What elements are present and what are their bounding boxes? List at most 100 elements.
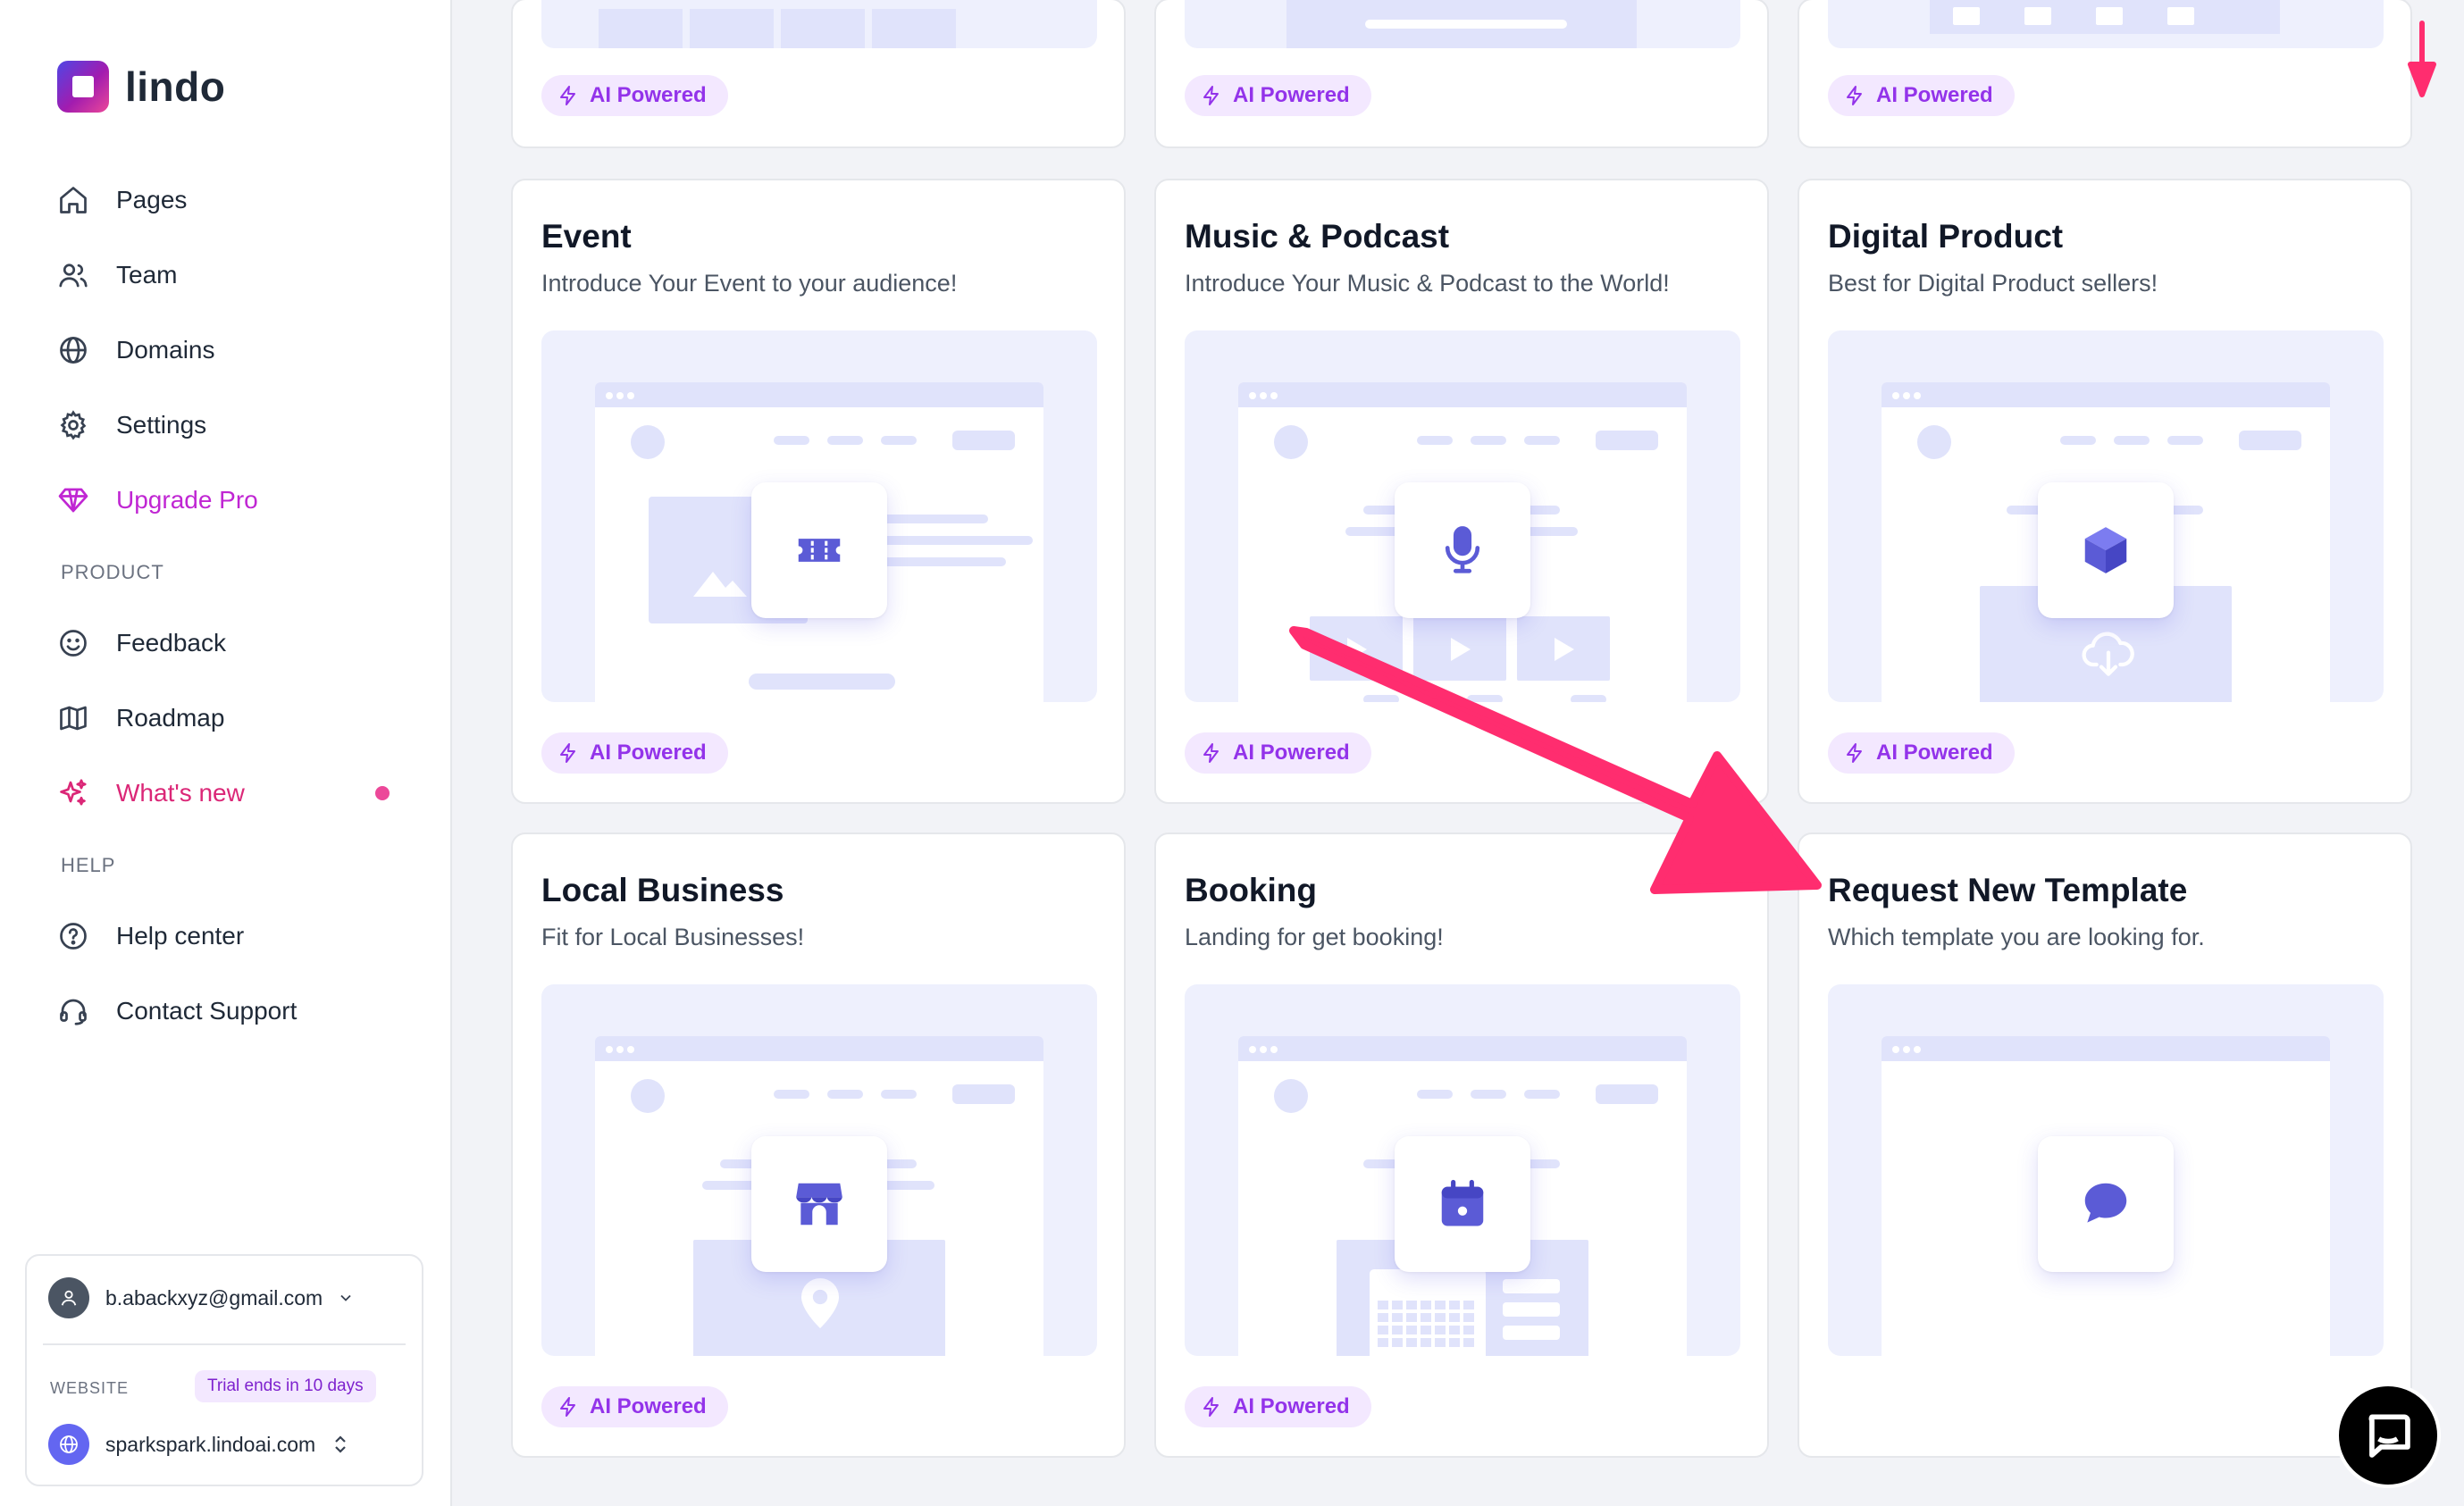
- account-switcher[interactable]: b.abackxyz@gmail.com: [48, 1277, 355, 1318]
- template-preview: [1828, 984, 2384, 1356]
- template-card-partial[interactable]: AI Powered: [1154, 0, 1769, 148]
- lightning-icon: [1203, 743, 1219, 763]
- avatar: [48, 1277, 89, 1318]
- sidebar-item-label: What's new: [116, 779, 245, 807]
- sidebar-item-help-center[interactable]: Help center: [57, 915, 244, 958]
- template-preview: [1828, 330, 2384, 702]
- template-card-digital-product[interactable]: Digital Product Best for Digital Product…: [1798, 179, 2412, 804]
- sidebar-item-team[interactable]: Team: [57, 254, 177, 297]
- account-panel: b.abackxyz@gmail.com WEBSITE Trial ends …: [25, 1254, 423, 1486]
- sidebar-item-label: Feedback: [116, 629, 226, 657]
- sidebar-item-domains[interactable]: Domains: [57, 329, 214, 372]
- template-card-request-new[interactable]: Request New Template Which template you …: [1798, 832, 2412, 1458]
- ai-powered-label: AI Powered: [590, 740, 707, 765]
- sidebar-item-upgrade-pro[interactable]: Upgrade Pro: [57, 479, 258, 522]
- lightning-icon: [560, 1397, 575, 1417]
- card-title: Digital Product: [1828, 218, 2064, 255]
- website-domain: sparkspark.lindoai.com: [105, 1432, 316, 1456]
- template-preview: [1185, 330, 1740, 702]
- ai-powered-badge: AI Powered: [1828, 732, 2015, 774]
- card-subtitle: Introduce Your Event to your audience!: [541, 270, 958, 297]
- smile-icon: [60, 630, 87, 657]
- annotation-arrow-small: [2408, 21, 2436, 97]
- ai-powered-label: AI Powered: [590, 83, 707, 107]
- calendar-icon: [1395, 1136, 1530, 1272]
- template-preview: [1185, 0, 1740, 48]
- ai-powered-badge: AI Powered: [541, 732, 728, 774]
- template-preview: [541, 0, 1097, 48]
- ticket-icon: [751, 482, 887, 618]
- ai-powered-label: AI Powered: [1233, 1394, 1350, 1418]
- card-title: Local Business: [541, 872, 784, 908]
- ai-powered-badge: AI Powered: [1185, 75, 1371, 116]
- ai-powered-badge: AI Powered: [541, 75, 728, 116]
- store-icon: [751, 1136, 887, 1272]
- sidebar-item-label: Contact Support: [116, 997, 298, 1025]
- support-chat-button[interactable]: [2335, 1383, 2441, 1488]
- users-icon: [59, 264, 88, 288]
- sidebar-item-label: Help center: [116, 922, 245, 950]
- card-title: Music & Podcast: [1185, 218, 1450, 255]
- chevron-up-down-icon: [335, 1435, 346, 1453]
- lightning-icon: [1203, 1397, 1219, 1417]
- headset-icon: [60, 999, 87, 1025]
- template-card-partial[interactable]: AI Powered: [1798, 0, 2412, 148]
- lightning-icon: [1203, 86, 1219, 105]
- ai-powered-label: AI Powered: [1876, 83, 1993, 107]
- globe-icon: [60, 337, 87, 364]
- lightning-icon: [560, 86, 575, 105]
- card-subtitle: Best for Digital Product sellers!: [1828, 270, 2158, 297]
- ai-powered-badge: AI Powered: [1828, 75, 2015, 116]
- sidebar-item-label: Domains: [116, 336, 215, 364]
- template-preview: [1185, 984, 1740, 1356]
- sidebar-item-roadmap[interactable]: Roadmap: [57, 697, 224, 740]
- card-title: Request New Template: [1828, 872, 2188, 908]
- question-circle-icon: [60, 923, 87, 950]
- ai-powered-label: AI Powered: [590, 1394, 707, 1418]
- divider: [43, 1343, 406, 1345]
- new-indicator-dot: [375, 786, 390, 800]
- card-subtitle: Fit for Local Businesses!: [541, 924, 805, 950]
- trial-badge[interactable]: Trial ends in 10 days: [195, 1370, 376, 1402]
- website-label: WEBSITE: [50, 1379, 130, 1397]
- sidebar-item-label: Settings: [116, 411, 207, 439]
- lightning-icon: [1847, 743, 1862, 763]
- card-title: Event: [541, 218, 632, 255]
- template-card-music-podcast[interactable]: Music & Podcast Introduce Your Music & P…: [1154, 179, 1769, 804]
- template-card-partial[interactable]: AI Powered: [511, 0, 1126, 148]
- sidebar-item-contact-support[interactable]: Contact Support: [57, 990, 297, 1033]
- microphone-icon: [1395, 482, 1530, 618]
- sidebar-item-label: Upgrade Pro: [116, 486, 258, 514]
- template-card-booking[interactable]: Booking Landing for get booking! AI Powe…: [1154, 832, 1769, 1458]
- site-avatar: [48, 1424, 89, 1465]
- lightning-icon: [560, 743, 575, 763]
- template-card-event[interactable]: Event Introduce Your Event to your audie…: [511, 179, 1126, 804]
- sidebar-item-label: Pages: [116, 186, 188, 213]
- sparkles-icon: [60, 779, 87, 806]
- ai-powered-badge: AI Powered: [541, 1386, 728, 1427]
- sidebar-item-feedback[interactable]: Feedback: [57, 622, 226, 665]
- card-subtitle: Introduce Your Music & Podcast to the Wo…: [1185, 270, 1670, 297]
- home-icon: [60, 187, 87, 213]
- chat-bubble-icon: [2038, 1136, 2174, 1272]
- card-subtitle: Which template you are looking for.: [1828, 924, 2205, 950]
- lindo-logo-icon: [57, 61, 109, 113]
- sidebar-item-pages[interactable]: Pages: [57, 179, 187, 222]
- map-icon: [60, 706, 87, 731]
- section-label-product: PRODUCT: [61, 561, 164, 583]
- sidebar: lindo Pages Team Domains Settings Upgrad…: [0, 0, 452, 1506]
- website-switcher[interactable]: sparkspark.lindoai.com: [48, 1424, 349, 1465]
- template-card-local-business[interactable]: Local Business Fit for Local Businesses!…: [511, 832, 1126, 1458]
- app-name: lindo: [125, 63, 226, 110]
- ai-powered-label: AI Powered: [1876, 740, 1993, 765]
- template-preview: [541, 984, 1097, 1356]
- sidebar-item-label: Roadmap: [116, 704, 225, 732]
- chat-icon: [2368, 1414, 2410, 1458]
- template-preview: [541, 330, 1097, 702]
- sidebar-item-settings[interactable]: Settings: [57, 404, 206, 447]
- cube-icon: [2038, 482, 2174, 618]
- globe-icon: [60, 1435, 78, 1453]
- ai-powered-badge: AI Powered: [1185, 732, 1371, 774]
- sidebar-item-whats-new[interactable]: What's new: [57, 772, 245, 815]
- lindo-logo[interactable]: lindo: [57, 61, 225, 113]
